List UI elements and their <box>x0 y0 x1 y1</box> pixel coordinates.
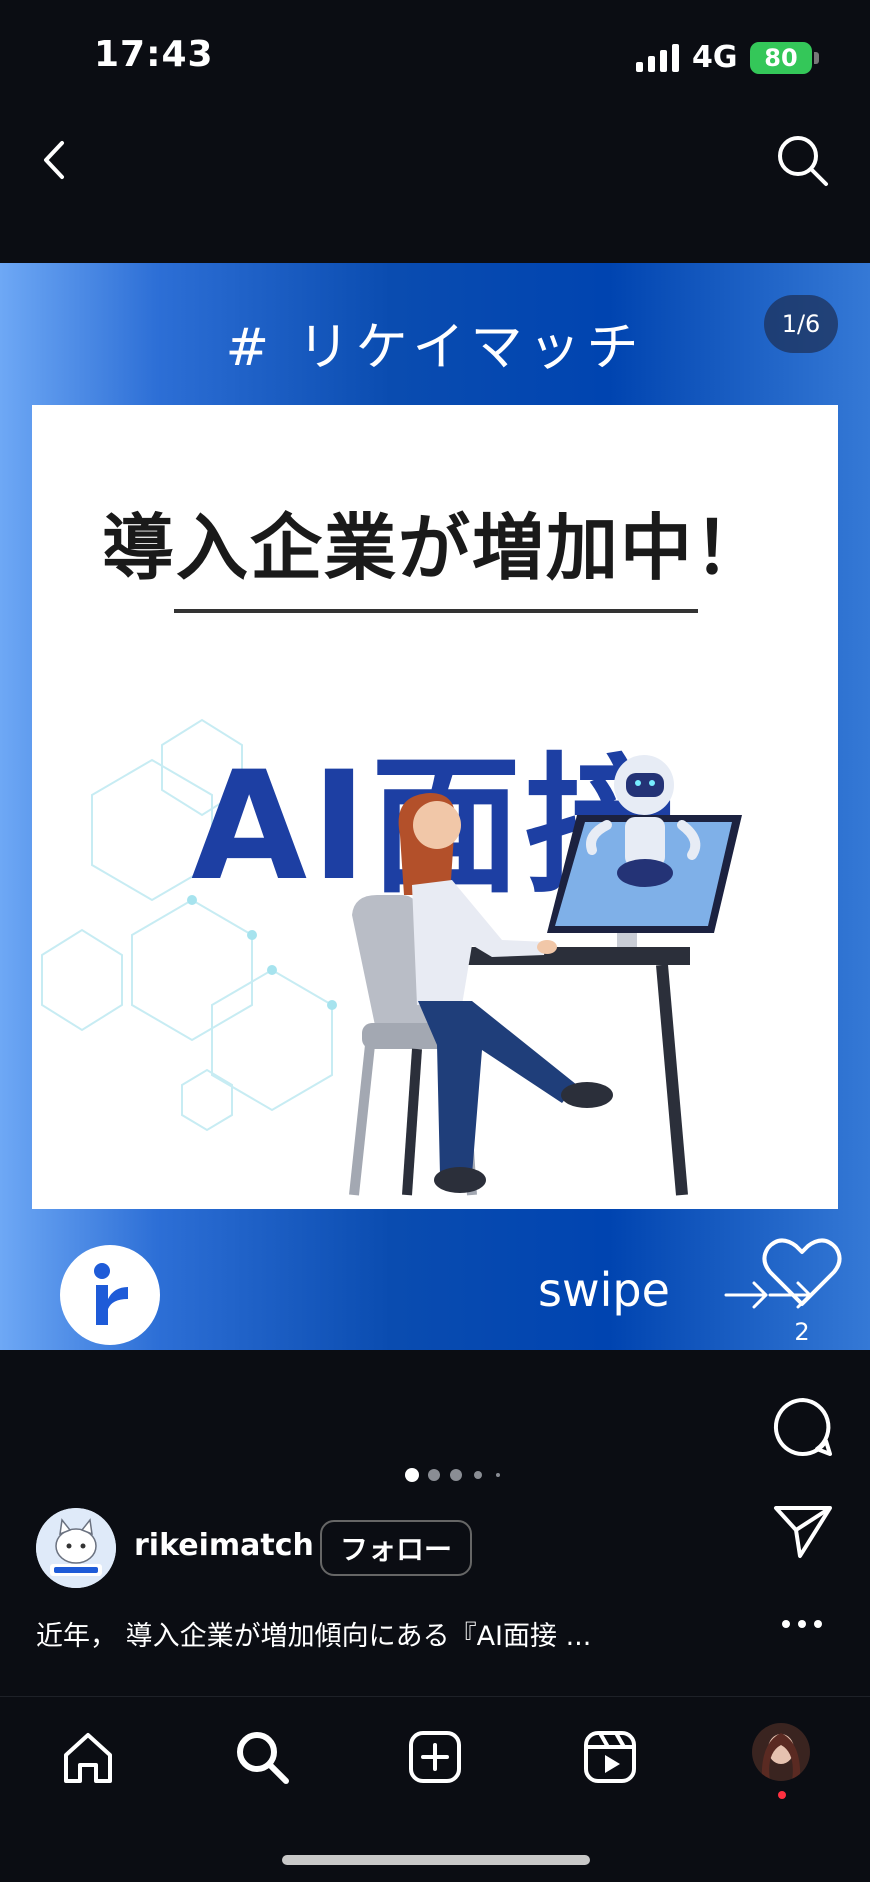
post-caption[interactable]: 近年， 導入企業が増加傾向にある『AI面接 ... <box>36 1614 591 1653</box>
reels-icon[interactable] <box>580 1727 640 1787</box>
home-indicator[interactable] <box>282 1855 590 1865</box>
follow-button[interactable]: フォロー <box>320 1520 472 1576</box>
comment-icon[interactable] <box>770 1394 836 1460</box>
notification-dot <box>778 1791 786 1799</box>
signal-icon <box>636 44 679 72</box>
battery-level: 80 <box>764 44 798 72</box>
send-icon[interactable] <box>772 1500 834 1562</box>
avatar[interactable] <box>36 1508 116 1588</box>
swipe-label: swipe <box>538 1263 670 1317</box>
profile-avatar-icon <box>752 1723 810 1781</box>
status-time: 17:43 <box>94 34 214 75</box>
search-icon[interactable] <box>232 1727 292 1787</box>
search-icon[interactable] <box>772 130 832 190</box>
slide-headline: 導入企業が増加中！ <box>101 506 768 590</box>
headline-divider <box>174 609 698 613</box>
bottom-tab-bar <box>0 1696 870 1882</box>
battery-icon: 80 <box>750 42 812 74</box>
more-icon[interactable] <box>776 1610 828 1638</box>
battery-cap <box>814 52 819 64</box>
status-bar: 17:43 4G 80 <box>0 0 870 110</box>
brand-logo <box>60 1245 160 1345</box>
post-author-row: rikeimatch フォロー <box>36 1508 656 1590</box>
network-label: 4G <box>692 40 738 75</box>
page-counter: 1/6 <box>764 295 838 353</box>
interview-illustration <box>349 755 742 1196</box>
brand-logo-icon <box>94 1263 128 1325</box>
slide-card: 導入企業が増加中！ AI面接 <box>32 405 838 1209</box>
username[interactable]: rikeimatch <box>134 1528 314 1563</box>
home-icon[interactable] <box>58 1727 118 1787</box>
profile-avatar-tab[interactable] <box>752 1723 810 1781</box>
plus-square-icon[interactable] <box>405 1727 465 1787</box>
cat-avatar-icon <box>36 1508 116 1588</box>
heart-icon[interactable] <box>760 1236 844 1310</box>
top-nav <box>0 120 870 200</box>
post-hashtag: # リケイマッチ <box>225 318 645 378</box>
carousel-indicator <box>405 1468 500 1482</box>
post-image[interactable]: # リケイマッチ 1/6 導入企業が増加中！ AI面接 <box>0 263 870 1350</box>
like-count: 2 <box>794 1318 810 1346</box>
back-icon[interactable] <box>32 135 82 185</box>
